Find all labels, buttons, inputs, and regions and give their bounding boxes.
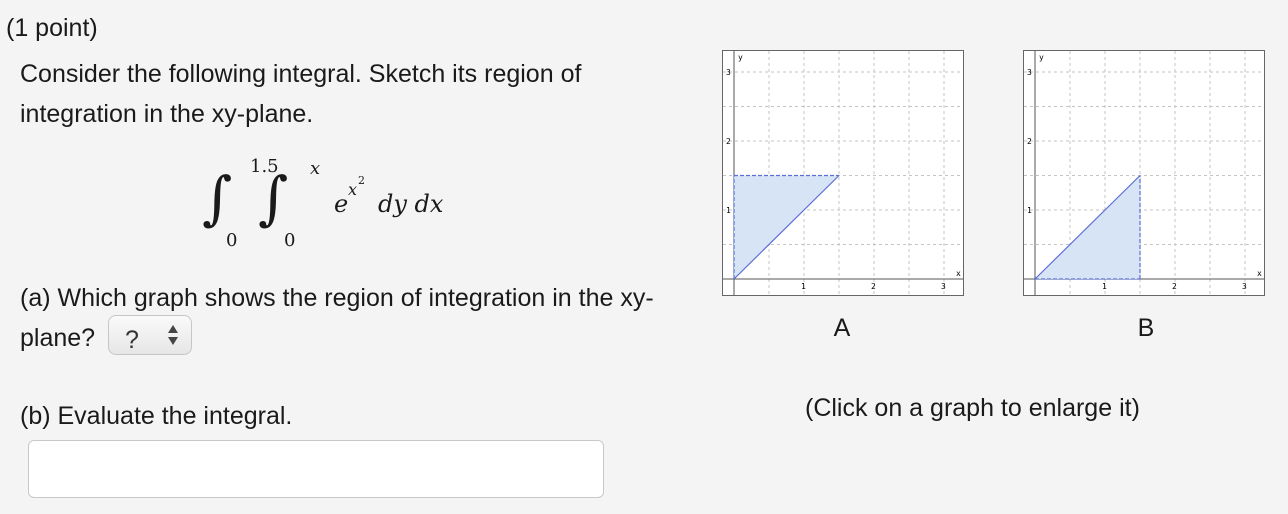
y-tick-label: 3 [726, 68, 731, 77]
integrand-exponent: x [348, 180, 358, 199]
x-tick-label: 3 [941, 282, 946, 291]
x-axis-label: x [956, 269, 961, 278]
graph-plot: 1 2 3 1 2 3 x y [722, 50, 964, 296]
graph-plot: 1 2 3 1 2 3 x y [1023, 50, 1265, 296]
y-tick-label: 1 [1027, 206, 1032, 215]
graph-frame [722, 50, 964, 296]
x-tick-label: 1 [1102, 282, 1107, 291]
part-b-text: (b) Evaluate the integral. [20, 402, 293, 430]
graph-b[interactable]: 1 2 3 1 2 3 x y [1023, 50, 1265, 296]
part-a: (a) Which graph shows the region of inte… [20, 278, 660, 359]
y-axis-label: y [1039, 53, 1044, 62]
outer-lower-limit: 0 [226, 230, 238, 251]
x-axis-label: x [1257, 269, 1262, 278]
graph-a-label: A [833, 314, 851, 342]
graph-b-label: B [1137, 314, 1155, 342]
graph-choice-select[interactable]: ? [108, 315, 193, 356]
integrand-base: e [334, 190, 349, 218]
x-tick-label: 1 [801, 282, 806, 291]
click-to-enlarge-note: (Click on a graph to enlarge it) [805, 394, 1140, 422]
y-tick-label: 2 [1027, 137, 1032, 146]
integral-formula: ∫ 1.5 0 ∫ x 0 e x 2 dy dx [200, 150, 520, 260]
y-tick-label: 1 [726, 206, 731, 215]
graph-choice-value: ? [125, 326, 139, 355]
x-tick-label: 3 [1242, 282, 1247, 291]
x-tick-label: 2 [871, 282, 876, 291]
y-tick-label: 2 [726, 137, 731, 146]
outer-integral-sign: ∫ [202, 164, 233, 232]
inner-upper-limit: x [310, 158, 321, 179]
integrand-exponent-power: 2 [358, 174, 365, 187]
problem-prompt: Consider the following integral. Sketch … [20, 60, 582, 128]
inner-integral-sign: ∫ [258, 164, 289, 232]
y-tick-label: 3 [1027, 68, 1032, 77]
integral-differentials: dy dx [378, 190, 444, 218]
inner-lower-limit: 0 [284, 230, 296, 251]
y-axis-label: y [738, 53, 743, 62]
graph-a[interactable]: 1 2 3 1 2 3 x y [722, 50, 964, 296]
up-down-arrows-icon [168, 325, 179, 346]
integral-answer-input[interactable] [28, 440, 604, 498]
problem-points: (1 point) [6, 14, 98, 42]
x-tick-label: 2 [1172, 282, 1177, 291]
